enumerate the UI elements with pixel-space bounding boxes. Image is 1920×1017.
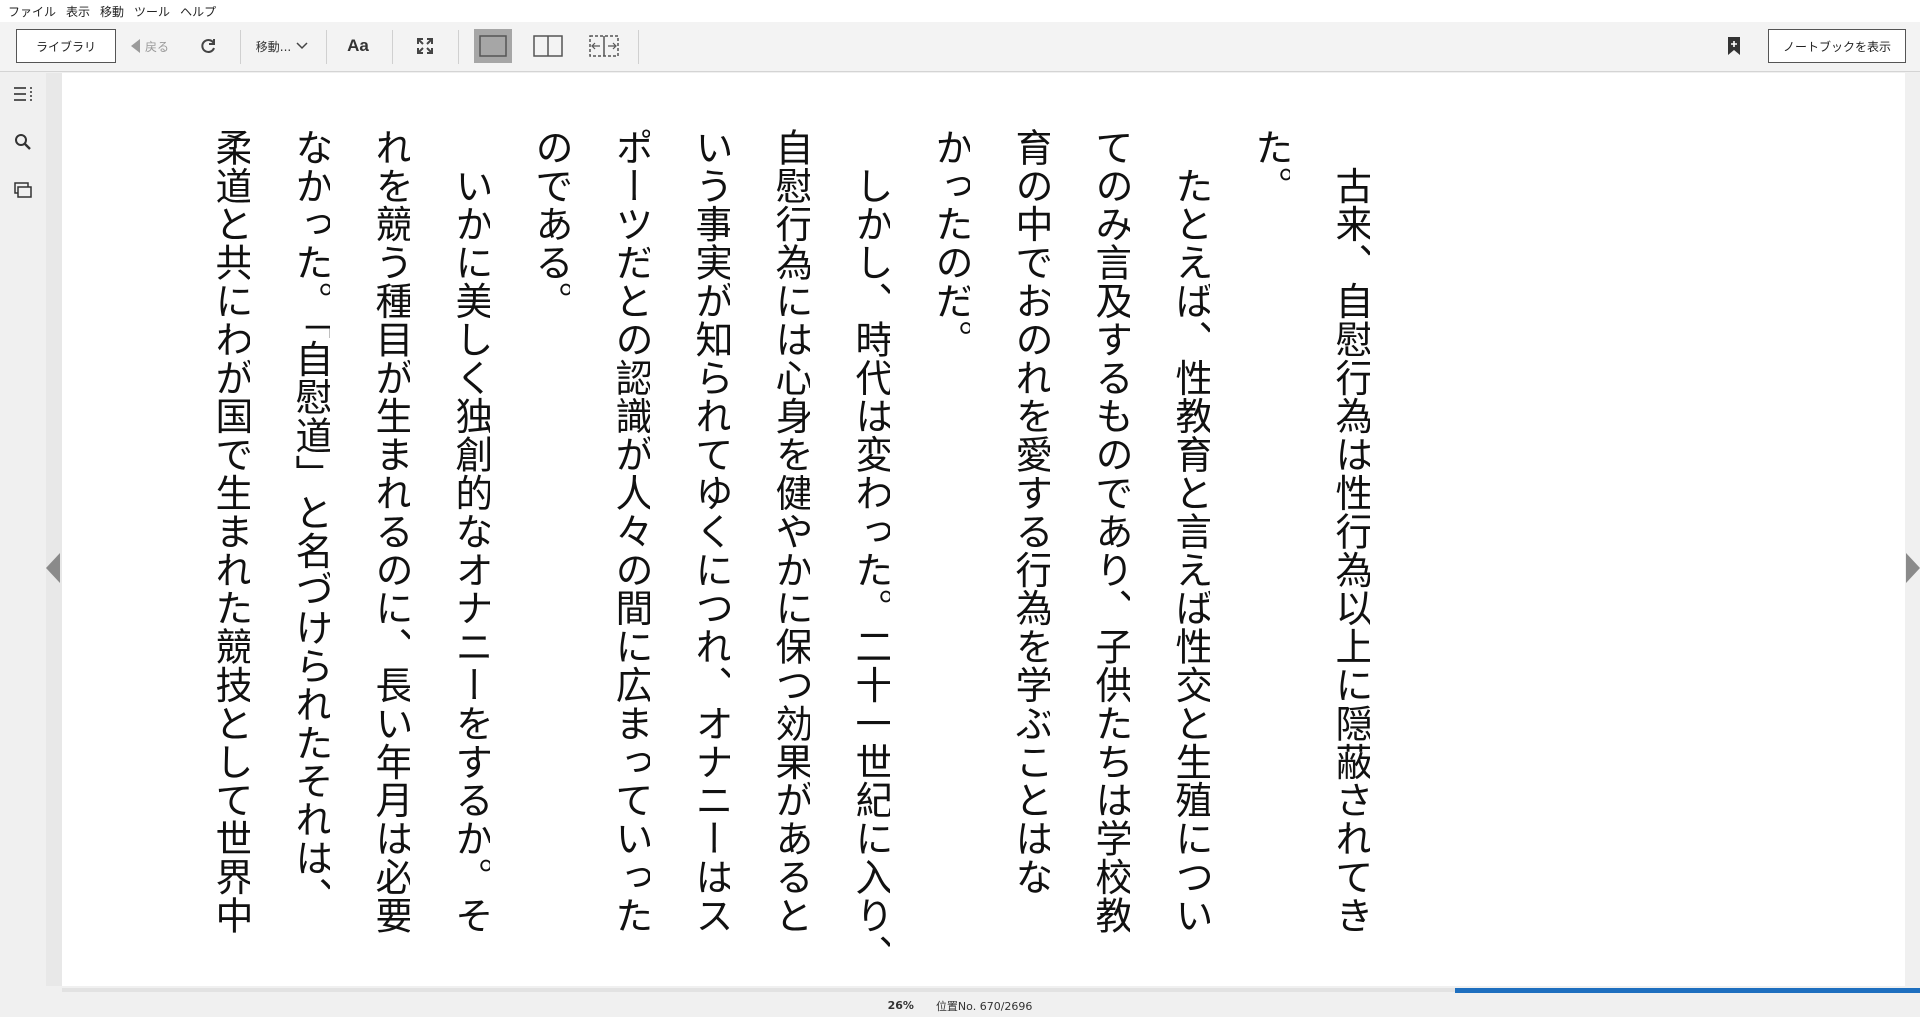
fit-width-icon bbox=[589, 35, 619, 57]
left-rail bbox=[0, 73, 46, 994]
text-column: いかに美しく独創的なオナニーをするか。そ bbox=[449, 128, 490, 935]
show-notebook-button[interactable]: ノートブックを表示 bbox=[1768, 29, 1906, 63]
font-settings-button[interactable]: Aa bbox=[340, 29, 376, 63]
sync-icon[interactable] bbox=[194, 29, 222, 63]
menu-file[interactable]: ファイル bbox=[6, 3, 64, 20]
menu-go[interactable]: 移動 bbox=[98, 3, 132, 20]
reading-page: 古来、自慰行為は性行為以上に隠蔽されてき た。 たとえば、性教育と言えば性交と生… bbox=[62, 73, 1905, 986]
book-text: 古来、自慰行為は性行為以上に隠蔽されてき た。 たとえば、性教育と言えば性交と生… bbox=[170, 128, 1370, 958]
page-edge-right bbox=[1905, 73, 1920, 986]
text-column: のである。 bbox=[529, 128, 570, 320]
table-of-contents-icon[interactable] bbox=[12, 83, 34, 105]
toolbar-divider bbox=[326, 30, 327, 64]
text-column: れを競う種目が生まれるのに、長い年月は必要 bbox=[369, 128, 410, 935]
two-page-icon bbox=[533, 35, 563, 57]
progress-percent: 26% bbox=[887, 999, 914, 1012]
menu-help[interactable]: ヘルプ bbox=[178, 3, 224, 20]
status-bar: 26% 位置No. 670/2696 bbox=[0, 994, 1920, 1017]
toolbar-divider bbox=[240, 30, 241, 64]
text-column: てのみ言及するものであり、子供たちは学校教 bbox=[1089, 128, 1130, 935]
toolbar: ライブラリ 戻る 移動... Aa ノートブックを表示 bbox=[0, 22, 1920, 72]
text-column: いう事実が知られてゆくにつれ、オナニーはス bbox=[689, 128, 730, 935]
bookmark-icon[interactable] bbox=[1722, 29, 1746, 63]
goto-label: 移動... bbox=[255, 39, 292, 54]
page-edge-left bbox=[46, 73, 62, 986]
text-column: 古来、自慰行為は性行為以上に隠蔽されてき bbox=[1329, 128, 1370, 935]
toolbar-divider bbox=[458, 30, 459, 64]
search-icon[interactable] bbox=[12, 131, 34, 153]
back-label: 戻る bbox=[144, 39, 169, 54]
toolbar-divider bbox=[638, 30, 639, 64]
two-page-layout-button[interactable] bbox=[530, 29, 566, 63]
single-page-icon bbox=[479, 35, 507, 57]
menu-bar: ファイル 表示 移動 ツール ヘルプ bbox=[0, 0, 1920, 22]
reading-progress-fill bbox=[1455, 988, 1920, 993]
next-page-arrow-icon[interactable] bbox=[1906, 553, 1920, 583]
location-indicator: 位置No. 670/2696 bbox=[935, 999, 1033, 1013]
text-column: かったのだ。 bbox=[929, 128, 970, 359]
text-column: なかった。「自慰道」と名づけられたそれは、 bbox=[289, 128, 330, 916]
text-column: しかし、時代は変わった。二十一世紀に入り、 bbox=[849, 128, 890, 958]
goto-menu-button[interactable]: 移動... bbox=[252, 29, 312, 63]
text-column: 自慰行為には心身を健やかに保つ効果があると bbox=[769, 128, 810, 935]
single-page-layout-button[interactable] bbox=[474, 29, 512, 63]
menu-view[interactable]: 表示 bbox=[64, 3, 98, 20]
text-column: ポーツだとの認識が人々の間に広まっていった bbox=[609, 128, 650, 935]
previous-page-arrow-icon[interactable] bbox=[46, 553, 60, 583]
flashcards-icon[interactable] bbox=[12, 179, 34, 201]
back-button[interactable]: 戻る bbox=[128, 29, 172, 63]
fullscreen-icon[interactable] bbox=[408, 29, 442, 63]
text-column: 育の中でおのれを愛する行為を学ぶことはな bbox=[1009, 128, 1050, 896]
back-arrow-icon bbox=[130, 39, 140, 53]
menu-tools[interactable]: ツール bbox=[132, 3, 178, 20]
library-button[interactable]: ライブラリ bbox=[16, 29, 116, 63]
text-column: 柔道と共にわが国で生まれた競技として世界中 bbox=[209, 128, 250, 935]
chevron-down-icon bbox=[296, 42, 308, 50]
fit-width-layout-button[interactable] bbox=[586, 29, 622, 63]
text-column: たとえば、性教育と言えば性交と生殖につい bbox=[1169, 128, 1210, 935]
toolbar-divider bbox=[392, 30, 393, 64]
text-column: た。 bbox=[1249, 128, 1290, 205]
